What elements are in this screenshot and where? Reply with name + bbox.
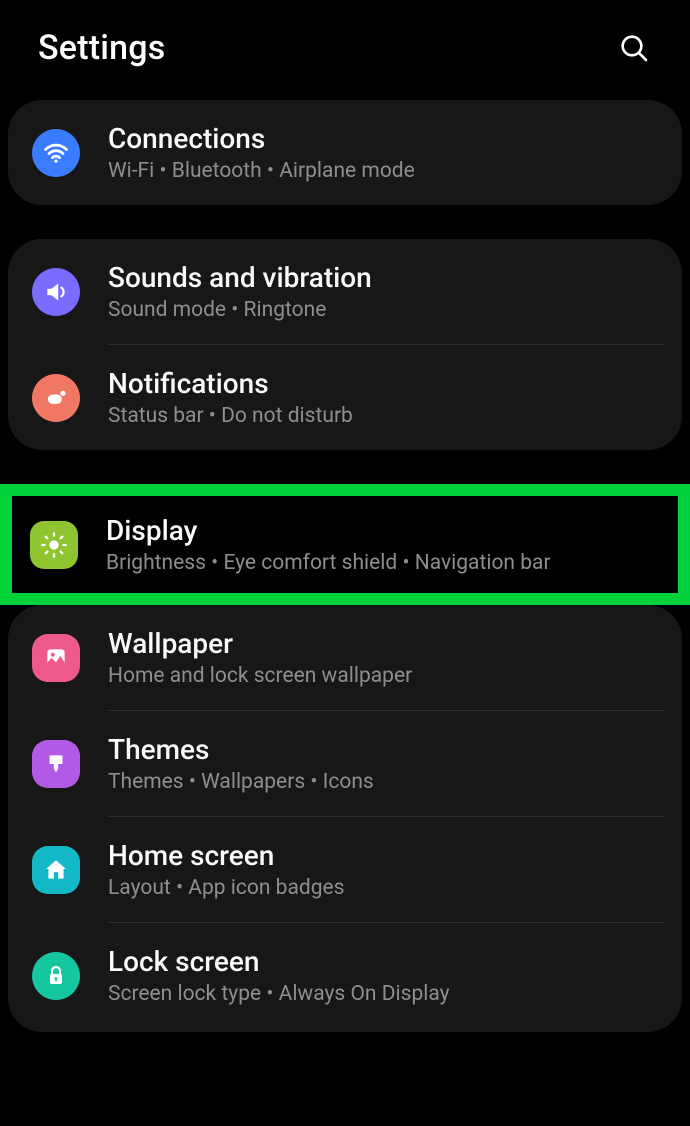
row-title: Themes	[108, 733, 662, 766]
row-notifications[interactable]: Notifications Status bar • Do not distur…	[8, 345, 682, 450]
search-button[interactable]	[616, 30, 652, 66]
row-texts: Notifications Status bar • Do not distur…	[108, 367, 662, 428]
row-title: Wallpaper	[108, 627, 662, 660]
row-texts: Display Brightness • Eye comfort shield …	[106, 514, 658, 575]
row-texts: Sounds and vibration Sound mode • Ringto…	[108, 261, 662, 322]
row-title: Home screen	[108, 839, 662, 872]
settings-group: Sounds and vibration Sound mode • Ringto…	[8, 239, 682, 450]
highlighted-row-wrap: Display Brightness • Eye comfort shield …	[0, 484, 690, 605]
row-subtitle: Brightness • Eye comfort shield • Naviga…	[106, 551, 658, 575]
settings-group: Connections Wi-Fi • Bluetooth • Airplane…	[8, 100, 682, 205]
row-title: Notifications	[108, 367, 662, 400]
header: Settings	[0, 0, 690, 100]
row-subtitle: Status bar • Do not disturb	[108, 404, 662, 428]
settings-group: Wallpaper Home and lock screen wallpaper…	[8, 605, 682, 1032]
row-display[interactable]: Display Brightness • Eye comfort shield …	[12, 496, 678, 593]
row-title: Lock screen	[108, 945, 662, 978]
row-homescreen[interactable]: Home screen Layout • App icon badges	[8, 817, 682, 922]
home-icon	[32, 846, 80, 894]
lock-icon	[32, 952, 80, 1000]
sound-icon	[32, 268, 80, 316]
row-subtitle: Themes • Wallpapers • Icons	[108, 770, 662, 794]
row-texts: Connections Wi-Fi • Bluetooth • Airplane…	[108, 122, 662, 183]
row-texts: Themes Themes • Wallpapers • Icons	[108, 733, 662, 794]
row-texts: Home screen Layout • App icon badges	[108, 839, 662, 900]
row-subtitle: Layout • App icon badges	[108, 876, 662, 900]
row-subtitle: Home and lock screen wallpaper	[108, 664, 662, 688]
row-lockscreen[interactable]: Lock screen Screen lock type • Always On…	[8, 923, 682, 1028]
row-title: Display	[106, 514, 658, 547]
bell-icon	[32, 374, 80, 422]
row-texts: Wallpaper Home and lock screen wallpaper	[108, 627, 662, 688]
row-title: Sounds and vibration	[108, 261, 662, 294]
row-wallpaper[interactable]: Wallpaper Home and lock screen wallpaper	[8, 605, 682, 710]
brush-icon	[32, 740, 80, 788]
row-texts: Lock screen Screen lock type • Always On…	[108, 945, 662, 1006]
image-icon	[32, 634, 80, 682]
row-subtitle: Sound mode • Ringtone	[108, 298, 662, 322]
page-title: Settings	[38, 28, 165, 68]
row-subtitle: Wi-Fi • Bluetooth • Airplane mode	[108, 159, 662, 183]
row-themes[interactable]: Themes Themes • Wallpapers • Icons	[8, 711, 682, 816]
brightness-icon	[30, 521, 78, 569]
row-connections[interactable]: Connections Wi-Fi • Bluetooth • Airplane…	[8, 100, 682, 205]
highlighted-row-inner: Display Brightness • Eye comfort shield …	[12, 496, 678, 593]
wifi-icon	[32, 129, 80, 177]
search-icon	[618, 32, 650, 64]
row-title: Connections	[108, 122, 662, 155]
row-subtitle: Screen lock type • Always On Display	[108, 982, 662, 1006]
row-sounds[interactable]: Sounds and vibration Sound mode • Ringto…	[8, 239, 682, 344]
